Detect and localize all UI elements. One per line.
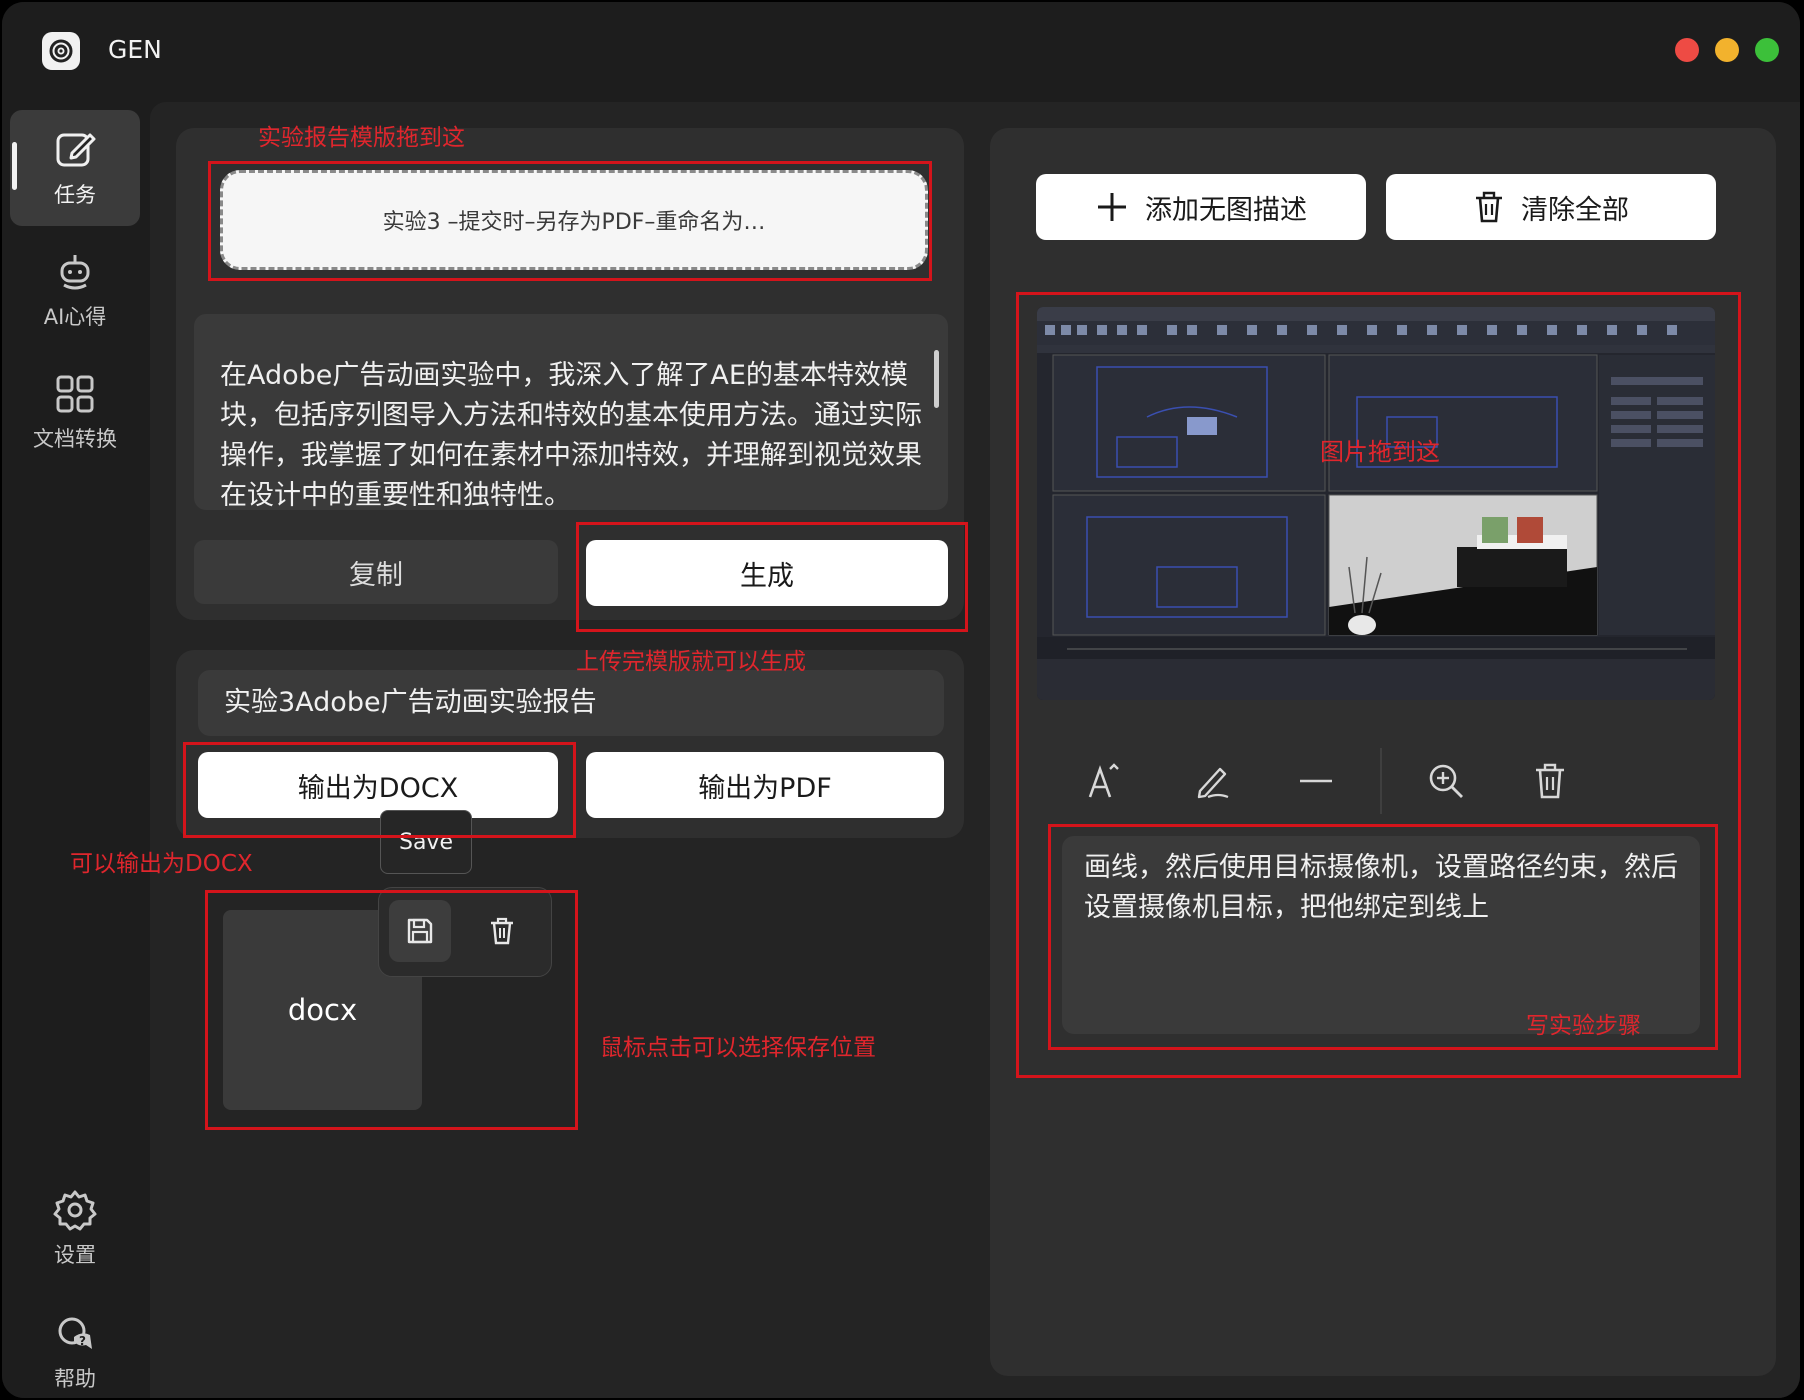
step-description-text: 画线，然后使用目标摄像机，设置路径约束，然后设置摄像机目标，把他绑定到线上 — [1084, 852, 1678, 923]
trash-icon — [1476, 191, 1502, 223]
annotation-steps: 写实验步骤 — [1526, 1013, 1641, 1039]
active-indicator — [12, 142, 17, 190]
summary-scrollbar[interactable] — [934, 350, 939, 408]
svg-text:?: ? — [79, 1334, 86, 1348]
annotation-file: 鼠标点击可以选择保存位置 — [600, 1035, 876, 1061]
filename-input[interactable]: 实验3Adobe广告动画实验报告 — [198, 670, 944, 736]
save-icon — [407, 918, 433, 944]
sidebar-item-ai-insight[interactable]: AI心得 — [10, 232, 140, 348]
text-size-icon — [1088, 763, 1119, 798]
maximize-window-button[interactable] — [1755, 38, 1779, 62]
summary-text-area[interactable]: 在Adobe广告动画实验中，我深入了解了AE的基本特效模块，包括序列图导入方法和… — [194, 314, 948, 510]
clear-all-button[interactable]: 清除全部 — [1386, 174, 1716, 240]
annotation-docx: 可以输出为DOCX — [70, 851, 253, 877]
save-file-button[interactable] — [389, 900, 451, 962]
zoom-in-tool[interactable] — [1418, 754, 1474, 808]
sidebar-item-label: 帮助 — [54, 1367, 96, 1391]
filename-value: 实验3Adobe广告动画实验报告 — [224, 687, 597, 718]
robot-icon — [60, 255, 90, 290]
line-icon — [1300, 779, 1332, 783]
line-tool[interactable] — [1288, 754, 1344, 808]
edit-icon — [56, 133, 96, 167]
image-preview — [1037, 307, 1715, 700]
copy-button[interactable]: 复制 — [194, 540, 558, 604]
add-description-button[interactable]: 添加无图描述 — [1036, 174, 1366, 240]
sidebar-item-label: 设置 — [54, 1243, 96, 1267]
app-logo-icon — [42, 32, 80, 70]
minimize-window-button[interactable] — [1715, 38, 1739, 62]
generate-button[interactable]: 生成 — [586, 540, 948, 606]
pen-icon — [1197, 767, 1229, 799]
annotation-template: 实验报告模版拖到这 — [258, 125, 465, 151]
trash-icon — [491, 917, 513, 945]
app-window: GEN 任务 AI心得 文档转换 设置 ? 帮助 实验3 –提交时–另存为PDF… — [2, 2, 1800, 1398]
template-dropzone[interactable]: 实验3 –提交时–另存为PDF–重命名为… — [220, 170, 928, 270]
delete-file-button[interactable] — [471, 900, 533, 962]
add-description-label: 添加无图描述 — [1145, 194, 1307, 226]
grid-icon — [56, 375, 94, 413]
plus-icon — [1098, 193, 1126, 221]
gear-icon — [53, 1190, 97, 1231]
annotation-generate: 上传完模版就可以生成 — [576, 649, 806, 675]
delete-image-tool[interactable] — [1522, 754, 1578, 808]
sidebar-item-task[interactable]: 任务 — [10, 110, 140, 226]
sidebar-item-label: 任务 — [54, 183, 96, 207]
zoom-in-icon — [1429, 764, 1463, 798]
save-tooltip: Save — [380, 810, 472, 874]
text-size-tool[interactable] — [1076, 754, 1132, 808]
toolbar-divider — [1380, 748, 1382, 814]
uploaded-image-thumbnail[interactable] — [1037, 307, 1715, 700]
sidebar-item-settings[interactable]: 设置 — [10, 1170, 140, 1286]
clear-all-label: 清除全部 — [1521, 194, 1629, 226]
annotation-image: 图片拖到这 — [1320, 438, 1440, 466]
help-chat-icon: ? — [58, 1317, 92, 1349]
file-actions-popover — [378, 887, 552, 977]
sidebar-item-label: AI心得 — [43, 305, 107, 329]
close-window-button[interactable] — [1675, 38, 1699, 62]
export-docx-button[interactable]: 输出为DOCX — [198, 752, 558, 818]
sidebar-item-doc-convert[interactable]: 文档转换 — [10, 354, 140, 470]
summary-text: 在Adobe广告动画实验中，我深入了解了AE的基本特效模块，包括序列图导入方法和… — [220, 360, 922, 510]
export-pdf-button[interactable]: 输出为PDF — [586, 752, 944, 818]
step-description-input[interactable]: 画线，然后使用目标摄像机，设置路径约束，然后设置摄像机目标，把他绑定到线上 — [1062, 836, 1700, 1034]
trash-icon — [1536, 763, 1564, 799]
pen-tool[interactable] — [1184, 754, 1240, 808]
title-bar: GEN — [2, 2, 1800, 102]
app-title: GEN — [108, 35, 162, 64]
sidebar-item-help[interactable]: ? 帮助 — [10, 1294, 140, 1398]
sidebar: 任务 AI心得 文档转换 设置 ? 帮助 — [2, 102, 150, 1398]
sidebar-item-label: 文档转换 — [33, 427, 117, 451]
